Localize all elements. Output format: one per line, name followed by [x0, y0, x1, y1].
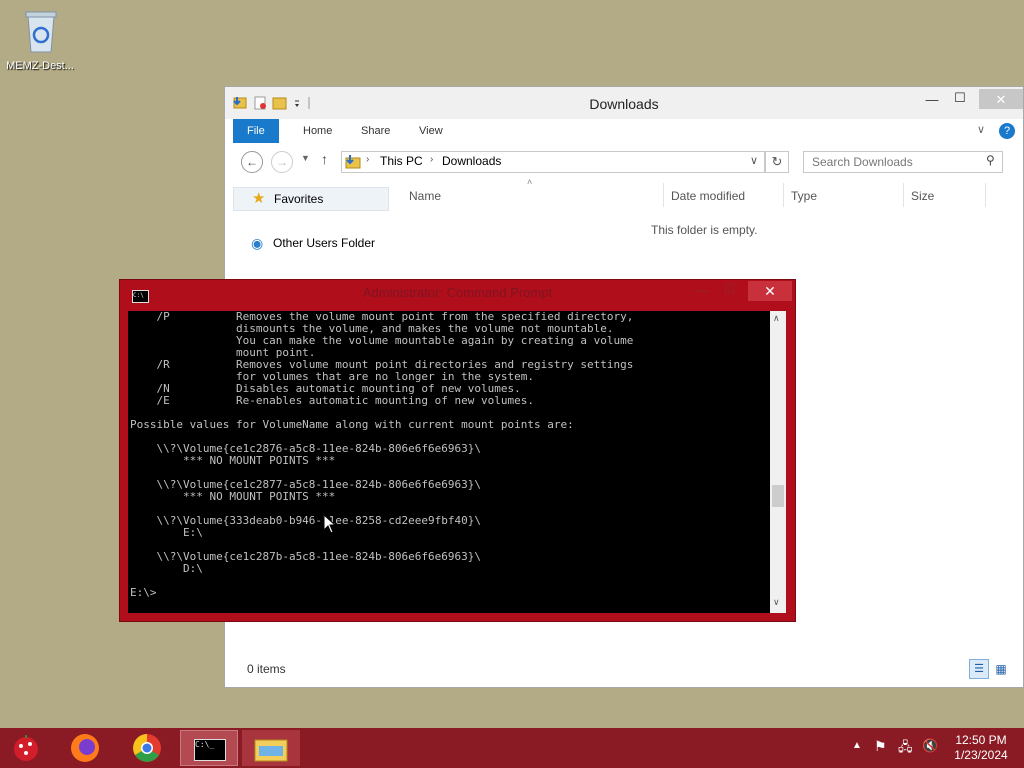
explorer-titlebar: Downloads — ☐ ✕: [225, 87, 1023, 119]
cmd-maximize-button[interactable]: ☐: [724, 282, 735, 296]
breadcrumb-this-pc[interactable]: This PC: [380, 154, 423, 168]
column-type[interactable]: Type: [791, 189, 817, 203]
cmd-icon: C:\_: [194, 739, 226, 761]
large-icons-view-icon[interactable]: ▦: [993, 661, 1009, 677]
command-prompt-window: C:\ Administrator: Command Prompt — ☐ ✕ …: [119, 279, 796, 622]
sort-ascending-icon: ˄: [527, 177, 533, 187]
cmd-output-text: /P Removes the volume mount point from t…: [130, 311, 634, 599]
cmd-minimize-button[interactable]: —: [696, 283, 708, 297]
clock-date: 1/23/2024: [954, 748, 1008, 762]
tab-share[interactable]: Share: [347, 119, 404, 143]
scroll-up-icon[interactable]: ∧: [773, 313, 780, 324]
up-arrow-icon[interactable]: ↑: [321, 151, 328, 167]
taskbar-command-prompt[interactable]: C:\_: [180, 730, 238, 766]
status-item-count: 0 items: [247, 662, 286, 676]
column-name[interactable]: Name: [409, 189, 441, 203]
cmd-scrollbar[interactable]: ∧ ∨: [770, 311, 786, 613]
search-input[interactable]: Search Downloads ⚲: [803, 151, 1003, 173]
folder-icon: [254, 739, 288, 762]
cmd-window-title: Administrator: Command Prompt: [362, 285, 553, 300]
tab-home[interactable]: Home: [289, 119, 346, 143]
ribbon: File Home Share View ∨ ?: [225, 119, 1023, 144]
recent-locations-icon[interactable]: ▼: [301, 153, 310, 163]
network-icon[interactable]: 🖧: [898, 738, 913, 760]
show-hidden-icons-icon[interactable]: ▲: [852, 740, 862, 751]
folder-download-icon: [345, 155, 361, 169]
nav-favorites[interactable]: ★ Favorites: [233, 187, 389, 211]
breadcrumb-separator-icon: ›: [430, 154, 434, 165]
taskbar-clock[interactable]: 12:50 PM 1/23/2024: [946, 733, 1016, 763]
address-row: ← → ▼ ↑ › This PC › Downloads ∨ ↻ Search…: [225, 143, 1023, 181]
search-icon: ⚲: [986, 153, 995, 167]
cmd-scroll-thumb[interactable]: [772, 485, 784, 507]
network-folder-icon: ◉: [251, 235, 264, 251]
firefox-icon[interactable]: [56, 730, 114, 766]
start-button-icon[interactable]: [8, 732, 44, 764]
column-divider: [985, 183, 986, 207]
address-bar[interactable]: › This PC › Downloads ∨: [341, 151, 765, 173]
maximize-button[interactable]: ☐: [943, 87, 977, 109]
column-date-modified[interactable]: Date modified: [671, 189, 745, 203]
recycle-bin-desktop-icon[interactable]: MEMZ-Dest...: [2, 4, 78, 76]
nav-favorites-label: Favorites: [274, 192, 324, 206]
cmd-close-button[interactable]: ✕: [748, 281, 792, 301]
close-button[interactable]: ✕: [979, 89, 1023, 109]
recycle-bin-icon: [25, 11, 57, 53]
help-icon[interactable]: ?: [999, 123, 1015, 139]
scroll-down-icon[interactable]: ∨: [773, 597, 780, 608]
back-arrow-icon[interactable]: ←: [241, 151, 263, 173]
clock-time: 12:50 PM: [955, 733, 1007, 747]
taskbar-file-explorer[interactable]: [242, 730, 300, 766]
mouse-cursor-icon: [323, 514, 335, 534]
action-center-flag-icon[interactable]: ⚑: [874, 738, 887, 755]
column-divider: [663, 183, 664, 207]
tab-view[interactable]: View: [405, 119, 457, 143]
taskbar: C:\_ ▲ ⚑ 🖧 🔇 12:50 PM 1/23/2024: [0, 728, 1024, 768]
column-divider: [903, 183, 904, 207]
address-dropdown-icon[interactable]: ∨: [750, 154, 758, 167]
refresh-icon[interactable]: ↻: [765, 151, 789, 173]
column-size[interactable]: Size: [911, 189, 934, 203]
volume-muted-icon[interactable]: 🔇: [922, 738, 938, 754]
window-title: Downloads: [589, 96, 659, 112]
tab-file[interactable]: File: [233, 119, 279, 143]
column-headers: ˄ Name Date modified Type Size: [397, 177, 1017, 207]
column-divider: [783, 183, 784, 207]
cmd-console[interactable]: /P Removes the volume mount point from t…: [128, 311, 770, 613]
star-icon: ★: [252, 190, 266, 207]
empty-folder-message: This folder is empty.: [651, 223, 758, 237]
forward-arrow-icon[interactable]: →: [271, 151, 293, 173]
search-placeholder: Search Downloads: [812, 155, 913, 169]
chrome-icon[interactable]: [118, 730, 176, 766]
details-view-icon[interactable]: ☰: [969, 659, 989, 679]
nav-other-users-label: Other Users Folder: [273, 236, 376, 250]
ribbon-expand-icon[interactable]: ∨: [977, 123, 985, 136]
breadcrumb-downloads[interactable]: Downloads: [442, 154, 501, 168]
nav-other-users-folder[interactable]: ◉ Other Users Folder: [233, 231, 389, 255]
desktop-icon-label: MEMZ-Dest...: [6, 60, 74, 72]
breadcrumb-separator-icon: ›: [366, 154, 370, 165]
